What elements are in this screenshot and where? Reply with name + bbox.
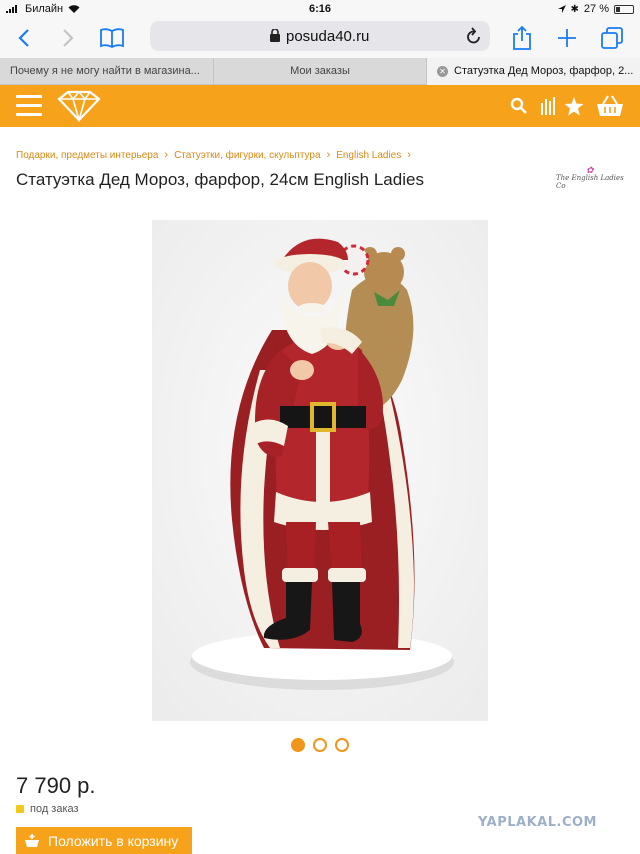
santa-figurine-image	[152, 220, 488, 721]
menu-icon[interactable]	[16, 95, 42, 117]
share-icon	[513, 26, 531, 50]
cart-button[interactable]	[596, 95, 624, 117]
lock-icon	[270, 29, 280, 42]
add-to-cart-button[interactable]: Положить в корзину	[16, 827, 192, 854]
forward-button[interactable]	[54, 24, 82, 52]
book-icon	[100, 28, 124, 48]
new-tab-button[interactable]	[553, 24, 581, 52]
basket-icon	[597, 95, 623, 116]
back-button[interactable]	[10, 24, 38, 52]
breadcrumb-link[interactable]: English Ladies	[336, 150, 401, 161]
tabs-icon	[601, 27, 623, 49]
watermark: YAPLAKAL.COM	[478, 815, 597, 830]
close-tab-icon[interactable]: ✕	[437, 65, 448, 77]
image-carousel-dots	[291, 738, 349, 752]
carousel-dot[interactable]	[313, 738, 327, 752]
tabs-overview-button[interactable]	[598, 24, 626, 52]
plus-icon	[558, 29, 576, 47]
flower-icon: ✿	[586, 166, 594, 176]
chevron-left-icon	[18, 29, 29, 47]
breadcrumb: Подарки, предметы интерьера › Статуэтки, …	[16, 149, 411, 161]
browser-toolbar: posuda40.ru	[0, 18, 640, 58]
availability-status: под заказ	[16, 803, 79, 815]
product-price: 7 790 р.	[16, 773, 96, 798]
share-button[interactable]	[508, 24, 536, 52]
site-logo-icon[interactable]	[56, 90, 102, 122]
battery-percent: 27 %	[583, 3, 609, 15]
carousel-dot[interactable]	[291, 738, 305, 752]
address-bar[interactable]: posuda40.ru	[150, 21, 490, 51]
add-to-cart-label: Положить в корзину	[48, 832, 179, 849]
status-bar: Билайн 6:16 ✱ 27 %	[0, 0, 640, 18]
url-text: posuda40.ru	[286, 28, 370, 45]
location-icon	[557, 4, 566, 13]
star-icon	[564, 96, 584, 115]
tab-my-orders[interactable]: Мои заказы	[214, 58, 427, 85]
tab-label: Почему я не могу найти в магазина...	[10, 65, 200, 77]
battery-icon	[614, 4, 634, 14]
site-header	[0, 85, 640, 127]
search-icon	[510, 97, 527, 114]
carousel-dot[interactable]	[335, 738, 349, 752]
brand-logo-text: The English Ladies Co	[556, 174, 624, 190]
chevron-right-icon	[63, 29, 74, 47]
product-image[interactable]	[152, 220, 488, 721]
breadcrumb-link[interactable]: Подарки, предметы интерьера	[16, 150, 158, 161]
search-button[interactable]	[510, 95, 528, 117]
bluetooth-icon: ✱	[570, 3, 579, 15]
chevron-right-icon: ›	[407, 149, 411, 161]
chevron-right-icon: ›	[164, 149, 169, 161]
tab-label: Статуэтка Дед Мороз, фарфор, 2...	[454, 65, 634, 77]
breadcrumb-link[interactable]: Статуэтки, фигурки, скульптура	[174, 150, 320, 161]
tab-product[interactable]: ✕ Статуэтка Дед Мороз, фарфор, 2...	[427, 58, 640, 85]
brand-logo: ✿ The English Ladies Co	[556, 166, 626, 190]
page-title: Статуэтка Дед Мороз, фарфор, 24см Englis…	[16, 170, 424, 189]
tab-strip: Почему я не могу найти в магазина... Мои…	[0, 58, 640, 85]
clock: 6:16	[308, 3, 332, 15]
cart-add-icon	[25, 833, 39, 847]
tab-label: Мои заказы	[290, 65, 350, 77]
favorites-button[interactable]	[564, 95, 584, 117]
chevron-right-icon: ›	[326, 149, 331, 161]
status-indicator-icon	[16, 805, 24, 813]
compare-button[interactable]	[540, 95, 558, 117]
availability-label: под заказ	[30, 803, 79, 815]
reload-icon[interactable]	[466, 27, 482, 45]
bookmarks-button[interactable]	[98, 24, 126, 52]
tab-search-help[interactable]: Почему я не могу найти в магазина...	[0, 58, 214, 85]
compare-icon	[541, 97, 555, 115]
